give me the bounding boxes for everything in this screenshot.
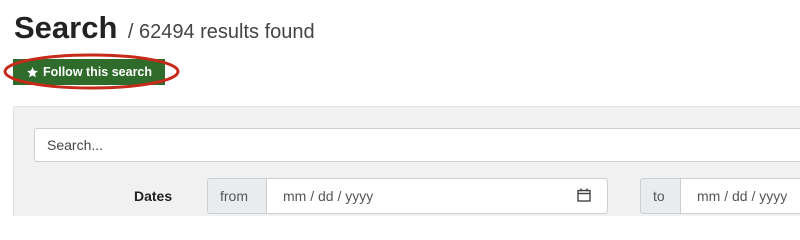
date-from-placeholder: mm / dd / yyyy — [283, 188, 374, 204]
date-from-addon: from — [207, 178, 267, 214]
search-input[interactable] — [34, 128, 800, 162]
follow-search-label: Follow this search — [42, 65, 153, 79]
date-to-placeholder: mm / dd / yyyy — [697, 188, 788, 204]
date-to-addon: to — [640, 178, 681, 214]
dates-label: Dates — [134, 188, 173, 204]
star-icon — [27, 66, 38, 77]
follow-search-button[interactable]: Follow this search — [13, 59, 165, 85]
search-results-page: Search / 62494 results found Follow this… — [0, 0, 800, 216]
page-title: Search — [14, 10, 118, 45]
date-to-input[interactable]: mm / dd / yyyy — [680, 178, 800, 214]
page-heading: Search / 62494 results found — [14, 10, 315, 46]
results-count: / 62494 results found — [127, 21, 315, 43]
date-from-input[interactable]: mm / dd / yyyy — [266, 178, 608, 214]
calendar-icon[interactable] — [577, 188, 591, 202]
